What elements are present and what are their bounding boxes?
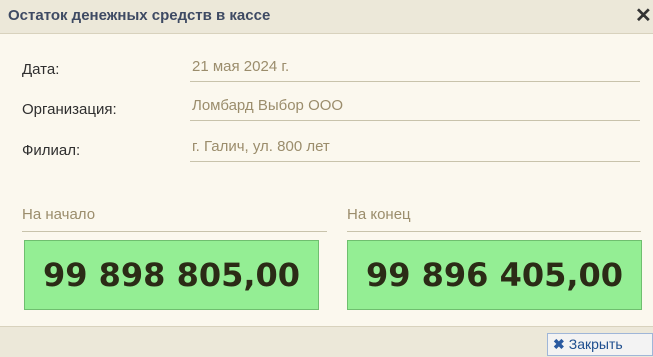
cash-balance-window: Остаток денежных средств в кассе ✕ Дата:…	[0, 0, 653, 357]
organization-label: Организация:	[22, 101, 117, 118]
footer-bar: ✖ Закрыть	[0, 326, 653, 357]
close-button[interactable]: ✖ Закрыть	[547, 333, 653, 356]
window-title: Остаток денежных средств в кассе	[8, 7, 271, 24]
start-balance-header: На начало	[22, 206, 327, 232]
organization-field: Ломбард Выбор ООО	[190, 97, 640, 121]
end-balance-amount: 99 896 405,00	[347, 240, 642, 310]
date-label: Дата:	[22, 61, 60, 78]
branch-label: Филиал:	[22, 142, 81, 159]
close-x-icon: ✖	[553, 336, 565, 352]
end-balance-header: На конец	[347, 206, 641, 232]
close-icon[interactable]: ✕	[635, 4, 653, 28]
start-balance-amount: 99 898 805,00	[24, 240, 319, 310]
branch-field: г. Галич, ул. 800 лет	[190, 138, 640, 162]
date-field: 21 мая 2024 г.	[190, 58, 640, 82]
title-bar: Остаток денежных средств в кассе ✕	[0, 0, 653, 34]
close-button-label: Закрыть	[568, 336, 623, 352]
